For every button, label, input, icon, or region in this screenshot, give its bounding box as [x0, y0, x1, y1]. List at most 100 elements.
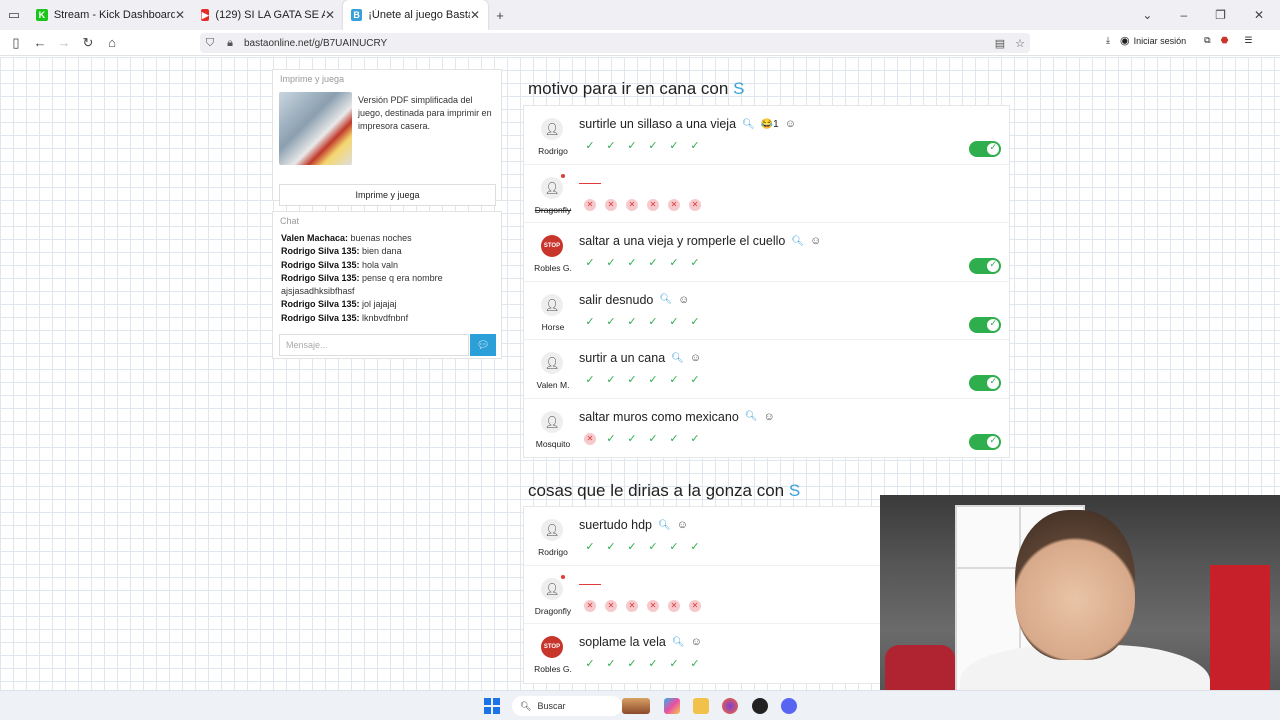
extension-badge-icon[interactable]: ⬣	[1221, 35, 1229, 46]
chat-text: lknbvdfnbnf	[359, 312, 409, 323]
reject-x-icon: ✕	[668, 599, 680, 612]
validate-toggle[interactable]: ✓	[969, 141, 1001, 157]
account-icon[interactable]: ◉	[1120, 34, 1130, 47]
add-reaction-icon[interactable]: ☺	[690, 352, 701, 364]
url-bar[interactable]: ⛉ 🔒︎ bastaonline.net/g/B7UAINUCRY ▤ ☆	[200, 33, 1030, 53]
chat-message: Rodrigo Silva 135: bien dana	[281, 245, 493, 258]
bookmark-star-icon[interactable]: ☆	[1010, 37, 1030, 50]
firefox-icon[interactable]	[722, 698, 738, 714]
taskbar: 🔍︎ Buscar	[0, 690, 1280, 720]
player-name: Robles G.	[534, 664, 572, 674]
streamer-head	[1015, 510, 1135, 660]
approve-check-icon: ✓	[606, 541, 616, 553]
approve-check-icon: ✓	[669, 374, 679, 386]
nav-toolbar: ▯ ← → ↻ ⌂ ⛉ 🔒︎ bastaonline.net/g/B7UAINU…	[0, 30, 1280, 56]
close-tab-icon[interactable]: ✕	[175, 8, 185, 22]
category-title-text: cosas que le dirias a la gonza con	[528, 481, 785, 500]
answer: salir desnudo 🔍︎ ☺	[579, 293, 689, 307]
add-reaction-icon[interactable]: ☺	[691, 636, 702, 648]
sidebar-icon[interactable]: ▯	[4, 31, 28, 55]
validate-toggle[interactable]: ✓	[969, 258, 1001, 274]
approve-check-icon: ✓	[648, 658, 658, 670]
chat-message-input[interactable]: Mensaje...	[279, 334, 469, 356]
approve-check-icon: ✓	[690, 315, 700, 328]
search-answer-icon[interactable]: 🔍︎	[742, 119, 755, 130]
category-title: cosas que le dirias a la gonza con S	[528, 481, 800, 501]
chat-user: Rodrigo Silva 135:	[281, 299, 360, 310]
add-reaction-icon[interactable]: ☺	[763, 411, 774, 423]
votes: ✓ ✓ ✓ ✓ ✓ ✓	[584, 140, 701, 152]
reject-x-icon: ✕	[626, 599, 638, 612]
file-explorer-icon[interactable]	[693, 698, 709, 714]
add-reaction-icon[interactable]: ☺	[810, 235, 821, 247]
add-reaction-icon[interactable]: ☺	[677, 519, 688, 531]
answer: surtir a un cana 🔍︎ ☺	[579, 351, 701, 365]
search-answer-icon[interactable]: 🔍︎	[745, 411, 758, 422]
approve-check-icon: ✓	[648, 315, 658, 328]
toggle-check-icon: ✓	[989, 317, 997, 328]
reject-x-icon: ✕	[626, 198, 638, 211]
add-reaction-icon[interactable]: ☺	[678, 294, 689, 306]
tab-list-icon[interactable]: ▭	[0, 3, 28, 27]
approve-check-icon: ✓	[690, 257, 700, 269]
taskbar-search-label: Buscar	[537, 701, 566, 711]
home-icon[interactable]: ⌂	[100, 31, 124, 55]
validate-toggle[interactable]: ✓	[969, 433, 1001, 450]
downloads-icon[interactable]: ⤓	[1106, 35, 1110, 46]
windows-start-icon[interactable]	[484, 698, 500, 714]
reject-x-icon: ✕	[668, 198, 680, 211]
back-icon[interactable]: ←	[28, 31, 52, 55]
approve-check-icon: ✓	[690, 432, 700, 445]
add-reaction-icon[interactable]: ☺	[785, 118, 796, 130]
stop-avatar-icon: STOP	[541, 636, 563, 658]
send-message-button[interactable]: 💬︎	[470, 334, 496, 356]
approve-check-icon: ✓	[648, 432, 658, 445]
taskbar-search[interactable]: 🔍︎ Buscar	[512, 696, 622, 716]
reload-icon[interactable]: ↻	[76, 31, 100, 55]
approve-check-icon: ✓	[648, 541, 658, 553]
search-answer-icon[interactable]: 🔍︎	[791, 236, 804, 247]
chat-user: Valen Machaca:	[281, 233, 349, 243]
chat-panel: Chat Valen Machaca: buenas noches Rodrigo…	[272, 211, 502, 359]
validate-toggle[interactable]: ✓	[969, 375, 1001, 391]
votes: ✕ ✕ ✕ ✕ ✕ ✕	[584, 198, 701, 211]
browser-tab[interactable]: ▶ (129) SI LA GATA SE AMOTINA✕	[193, 0, 343, 30]
close-window-icon[interactable]: ✕	[1254, 8, 1264, 22]
discord-icon[interactable]	[781, 698, 797, 714]
reject-x-icon: ✕	[647, 198, 659, 211]
stop-avatar-icon: STOP	[541, 235, 563, 257]
browser-tab[interactable]: B ¡Únete al juego Basta! ✕	[343, 0, 488, 30]
reject-x-icon: ✕	[689, 198, 701, 211]
extensions-icon[interactable]: ⧉	[1204, 35, 1210, 46]
close-tab-icon[interactable]: ✕	[470, 8, 480, 22]
search-answer-icon[interactable]: 🔍︎	[658, 520, 671, 531]
browser-tab[interactable]: K Stream - Kick Dashboard ✕	[28, 0, 193, 30]
print-button[interactable]: Imprime y juega	[279, 184, 496, 206]
validate-toggle[interactable]: ✓	[969, 316, 1001, 333]
search-answer-icon[interactable]: 🔍︎	[659, 294, 672, 305]
obs-icon[interactable]	[752, 698, 768, 714]
print-panel-title: Imprime y juega	[280, 74, 345, 84]
minimize-icon[interactable]: –	[1180, 8, 1187, 22]
status-dot	[561, 173, 565, 178]
approve-check-icon: ✓	[585, 541, 595, 553]
search-answer-icon[interactable]: 🔍︎	[672, 637, 685, 648]
maximize-icon[interactable]: ❐	[1215, 8, 1226, 22]
approve-check-icon: ✓	[606, 658, 616, 670]
print-preview-image	[279, 92, 352, 165]
user-avatar-icon: 👤︎	[541, 410, 563, 433]
search-answer-icon[interactable]: 🔍︎	[671, 353, 684, 364]
tab-overflow-icon[interactable]: ⌄	[1142, 8, 1152, 22]
reaction-count[interactable]: 😂1	[761, 119, 779, 130]
url-text[interactable]: bastaonline.net/g/B7UAINUCRY	[244, 38, 387, 49]
approve-check-icon: ✓	[690, 374, 700, 386]
approve-check-icon: ✓	[585, 658, 595, 670]
signin-label[interactable]: Iniciar sesión	[1134, 36, 1187, 46]
city-widget-icon[interactable]	[622, 698, 650, 714]
reader-view-icon[interactable]: ▤	[990, 37, 1010, 50]
forward-icon[interactable]: →	[52, 31, 76, 55]
copilot-icon[interactable]	[664, 698, 680, 714]
new-tab-icon[interactable]: +	[488, 3, 512, 27]
close-tab-icon[interactable]: ✕	[325, 8, 335, 22]
menu-icon[interactable]: ☰	[1244, 35, 1252, 46]
